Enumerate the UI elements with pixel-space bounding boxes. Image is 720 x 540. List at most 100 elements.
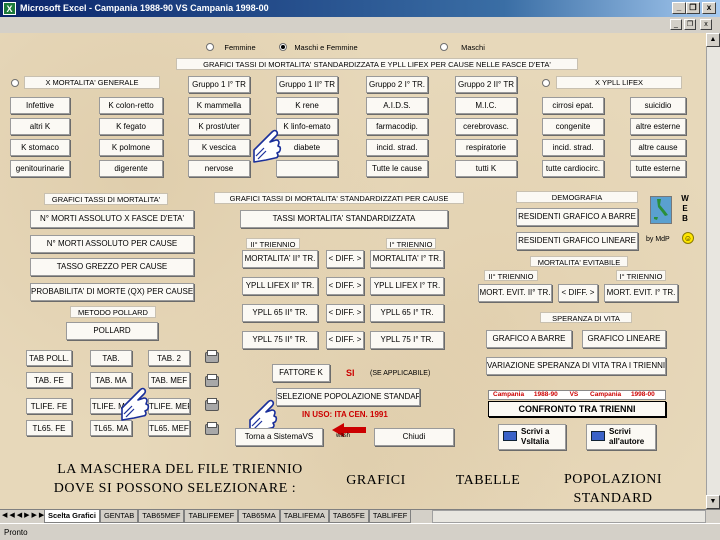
ypll75-i-tr-button[interactable]: YPLL 75 I° TR. — [370, 331, 444, 349]
scroll-up-icon[interactable]: ▲ — [706, 33, 720, 47]
group-2-ii-tr-button[interactable]: Gruppo 2 II° TR — [455, 76, 517, 93]
n-morti-fasce-button[interactable]: N° MORTI ASSOLUTO X FASCE D'ETA' — [30, 210, 194, 228]
tab-fe-button[interactable]: TAB. FE — [26, 372, 72, 388]
cause-cirrosi-button[interactable]: cirrosi epat. — [542, 97, 604, 114]
group-2-i-tr-button[interactable]: Gruppo 2 I° TR. — [366, 76, 428, 93]
vertical-scrollbar[interactable] — [706, 33, 720, 509]
tl65-mef-button[interactable]: TL65. MEF — [148, 420, 190, 436]
cause-stomaco-button[interactable]: K stomaco — [10, 139, 70, 156]
restore-button[interactable]: ❐ — [686, 2, 700, 14]
tasso-grezzo-button[interactable]: TASSO GREZZO PER CAUSE — [30, 258, 194, 276]
radio-ypll-lifex[interactable] — [542, 79, 550, 87]
radio-maschi[interactable] — [440, 43, 448, 51]
cause-prost-uter-button[interactable]: K prost/uter — [188, 118, 250, 135]
cause-aids-button[interactable]: A.I.D.S. — [366, 97, 428, 114]
cause-incid-strad-ypll-button[interactable]: incid. strad. — [542, 139, 604, 156]
cause-digerente-button[interactable]: digerente — [99, 160, 163, 177]
cause-tutte-esterne-button[interactable]: tutte esterne — [630, 160, 686, 177]
residenti-lineare-button[interactable]: RESIDENTI GRAFICO LINEARE — [516, 232, 638, 250]
n-morti-cause-button[interactable]: N° MORTI ASSOLUTO PER CAUSE — [30, 235, 194, 253]
cause-farmacodip-button[interactable]: farmacodip. — [366, 118, 428, 135]
workbook-close-button[interactable]: x — [700, 19, 712, 30]
cause-congenite-button[interactable]: congenite — [542, 118, 604, 135]
tab2-button[interactable]: TAB. 2 — [148, 350, 190, 366]
mortalita-i-tr-button[interactable]: MORTALITA' I° TR. — [370, 250, 444, 268]
chiudi-button[interactable]: Chiudi — [374, 428, 454, 446]
ypll-lifex-ii-tr-button[interactable]: YPLL LIFEX II° TR. — [242, 277, 318, 295]
selezione-popolazione-button[interactable]: SELEZIONE POPOLAZIONE STANDARD — [276, 388, 420, 406]
web-label[interactable]: W E B — [680, 194, 690, 224]
printer-icon[interactable] — [205, 376, 219, 387]
close-button[interactable]: x — [702, 2, 716, 14]
diff-evitabile-button[interactable]: < DIFF. > — [558, 284, 598, 302]
radio-mortalita-generale[interactable] — [11, 79, 19, 87]
printer-icon[interactable] — [205, 400, 219, 411]
workbook-minimize-button[interactable]: _ — [670, 19, 682, 30]
speranza-lineare-button[interactable]: GRAFICO LINEARE — [582, 330, 666, 348]
ypll-lifex-i-tr-button[interactable]: YPLL LIFEX I° TR. — [370, 277, 444, 295]
radio-maschi-femmine[interactable] — [279, 43, 287, 51]
tab-tab65fe[interactable]: TAB65FE — [328, 510, 369, 523]
tab-scelta-grafici[interactable]: Scelta Grafici — [44, 510, 100, 523]
printer-icon[interactable] — [205, 424, 219, 435]
cause-suicidio-button[interactable]: suicidio — [630, 97, 686, 114]
diff-mortalita-button[interactable]: < DIFF. > — [326, 250, 364, 268]
diff-ypll75-button[interactable]: < DIFF. > — [326, 331, 364, 349]
cause-vescica-button[interactable]: K vescica — [188, 139, 250, 156]
group-1-i-tr-button[interactable]: Gruppo 1 I° TR — [188, 76, 250, 93]
cause-mic-button[interactable]: M.I.C. — [455, 97, 517, 114]
mortalita-ii-tr-button[interactable]: MORTALITA' II° TR. — [242, 250, 318, 268]
tassi-mortalita-standardizzata-button[interactable]: TASSI MORTALITA' STANDARDIZZATA — [240, 210, 448, 228]
tab-button[interactable]: TAB. — [90, 350, 132, 366]
cause-infettive-button[interactable]: Infettive — [10, 97, 70, 114]
cause-altre-esterne-button[interactable]: altre esterne — [630, 118, 686, 135]
cause-tutte-le-cause-button[interactable]: Tutte le cause — [366, 160, 428, 177]
italy-map-icon[interactable] — [650, 196, 672, 224]
tl65-ma-button[interactable]: TL65. MA — [90, 420, 132, 436]
cause-rene-button[interactable]: K rene — [276, 97, 338, 114]
residenti-barre-button[interactable]: RESIDENTI GRAFICO A BARRE — [516, 208, 638, 226]
torna-sistemavs-button[interactable]: Torna a SistemaVS — [235, 428, 323, 446]
horizontal-scrollbar[interactable] — [432, 510, 706, 523]
radio-femmine[interactable] — [206, 43, 214, 51]
cause-colon-retto-button[interactable]: K colon-retto — [99, 97, 163, 114]
confronto-trienni-button[interactable]: CONFRONTO TRA TRIENNI — [488, 401, 666, 417]
tab-tablifema[interactable]: TABLIFEMA — [279, 510, 329, 523]
ypll65-ii-tr-button[interactable]: YPLL 65 II° TR. — [242, 304, 318, 322]
scroll-down-icon[interactable]: ▼ — [706, 495, 720, 509]
mort-evit-i-tr-button[interactable]: MORT. EVIT. I° TR. — [604, 284, 678, 302]
cause-altri-k-button[interactable]: altri K — [10, 118, 70, 135]
mort-evit-ii-tr-button[interactable]: MORT. EVIT. II° TR. — [478, 284, 552, 302]
cause-cerebrovasc-button[interactable]: cerebrovasc. — [455, 118, 517, 135]
ypll75-ii-tr-button[interactable]: YPLL 75 II° TR. — [242, 331, 318, 349]
printer-icon[interactable] — [205, 352, 219, 363]
workbook-restore-button[interactable]: ❐ — [684, 19, 696, 30]
tab-tablifef[interactable]: TABLIFEF — [368, 510, 412, 523]
cause-fegato-button[interactable]: K fegato — [99, 118, 163, 135]
cause-altre-cause-button[interactable]: altre cause — [630, 139, 686, 156]
minimize-button[interactable]: _ — [672, 2, 686, 14]
cause-nervose-button[interactable]: nervose — [188, 160, 250, 177]
ypll65-i-tr-button[interactable]: YPLL 65 I° TR. — [370, 304, 444, 322]
excel-icon[interactable]: X — [3, 2, 16, 15]
diff-ypll65-button[interactable]: < DIFF. > — [326, 304, 364, 322]
group-1-ii-tr-button[interactable]: Gruppo 1 II° TR — [276, 76, 338, 93]
speranza-barre-button[interactable]: GRAFICO A BARRE — [486, 330, 572, 348]
scrivi-autore-button[interactable]: Scrivi all'autore — [586, 424, 656, 450]
cause-tutte-cardiocirc-button[interactable]: tutte cardiocirc. — [542, 160, 604, 177]
scrivi-vsitalia-button[interactable]: Scrivi a VsItalia — [498, 424, 566, 450]
tl65-fe-button[interactable]: TL65. FE — [26, 420, 72, 436]
tab-gentab[interactable]: GENTAB — [99, 510, 139, 523]
cause-genitourinarie-button[interactable]: genitourinarie — [10, 160, 70, 177]
probabilita-morte-button[interactable]: PROBABILITA' DI MORTE (QX) PER CAUSE — [30, 283, 194, 301]
tab-tablifemef[interactable]: TABLIFEMEF — [184, 510, 239, 523]
cause-respiratorie-button[interactable]: respiratorie — [455, 139, 517, 156]
variazione-speranza-button[interactable]: VARIAZIONE SPERANZA DI VITA TRA I TRIENN… — [486, 357, 666, 375]
cause-tutti-k-button[interactable]: tutti K — [455, 160, 517, 177]
diff-ypll-lifex-button[interactable]: < DIFF. > — [326, 277, 364, 295]
tlife-fe-button[interactable]: TLIFE. FE — [26, 398, 72, 414]
pollard-button[interactable]: POLLARD — [66, 322, 158, 340]
tab-tab65ma[interactable]: TAB65MA — [238, 510, 280, 523]
cause-mammella-button[interactable]: K mammella — [188, 97, 250, 114]
tab-nav-arrows-icon[interactable]: ◀◀◀▶▶▶ — [2, 511, 46, 519]
